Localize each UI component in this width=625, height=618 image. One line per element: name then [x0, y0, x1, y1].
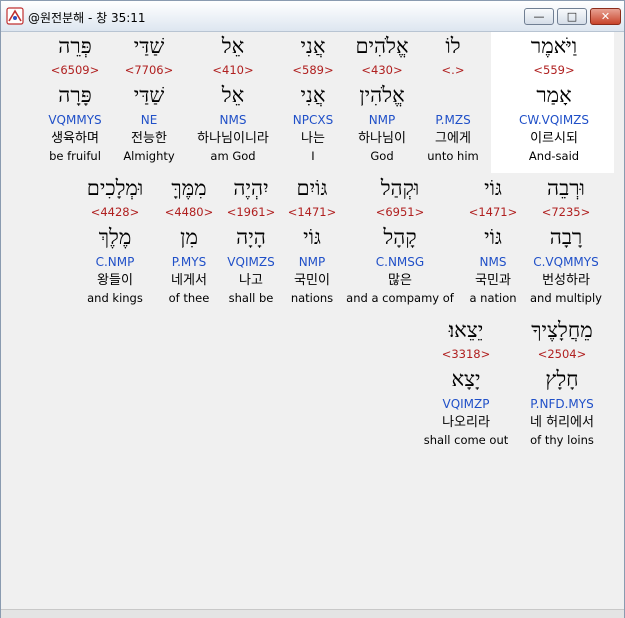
english-gloss: a nation — [469, 291, 517, 305]
hebrew-word: יֵצֵאוּ׃ — [448, 318, 484, 342]
hebrew-word: פְּרֵה — [58, 34, 92, 58]
english-gloss: of thee — [168, 291, 210, 305]
hebrew-word: שַׁדַּי — [133, 34, 165, 58]
hebrew-root: אֵל — [221, 83, 245, 107]
english-gloss: am God — [210, 149, 256, 163]
english-gloss: and a compamy of — [346, 291, 454, 305]
strong-number[interactable]: <410> — [190, 63, 276, 77]
mini-app-icon — [6, 7, 24, 25]
maximize-icon: □ — [566, 10, 578, 23]
strong-number[interactable]: <559> — [511, 63, 597, 77]
hebrew-root: אָמַר — [536, 83, 572, 107]
parsing-code: P.MYS — [171, 255, 207, 269]
parsing-code: NPCXS — [292, 113, 334, 127]
korean-gloss: 생육하며 — [51, 131, 99, 146]
parsing-code: C.NMP — [95, 255, 135, 269]
app-window: @원전분해 - 창 35:11 — □ ✕ וַיֹּאמֶר <559> אָ… — [0, 0, 625, 618]
hebrew-word: מִמֶּךָּ — [171, 176, 207, 200]
korean-gloss: 나오리라 — [442, 415, 490, 430]
korean-gloss: 왕들이 — [97, 273, 133, 288]
parsing-code: NMS — [479, 255, 507, 269]
strong-number[interactable]: <6509> — [32, 63, 118, 77]
strong-number[interactable]: <4428> — [72, 205, 158, 219]
strong-number[interactable]: <1471> — [450, 205, 536, 219]
hebrew-root: אֲנִי — [300, 83, 326, 107]
english-gloss: And-said — [528, 149, 580, 163]
english-gloss: shall come out — [423, 433, 509, 447]
verse-words: וַיֹּאמֶר <559> אָמַר CW.VQIMZS 이르시되 And… — [5, 32, 617, 608]
hebrew-root: יָצָא — [451, 367, 481, 391]
korean-gloss: 하나님이니라 — [197, 131, 269, 146]
english-gloss: be fruiful — [49, 149, 101, 163]
hebrew-word: מֵחֲלָצֶיךָ — [531, 318, 593, 342]
hebrew-root: גּוֹי — [484, 225, 502, 249]
maximize-button[interactable]: □ — [557, 8, 587, 25]
strong-number[interactable]: <3318> — [420, 347, 512, 361]
strong-number[interactable]: <2504> — [519, 347, 605, 361]
title-bar[interactable]: @원전분해 - 창 35:11 — □ ✕ — [1, 1, 624, 32]
hebrew-word: וּקְהַל — [380, 176, 420, 200]
minimize-button[interactable]: — — [524, 8, 554, 25]
hebrew-root: מֶלֶךְ — [98, 225, 132, 249]
hebrew-word: אֵל — [221, 34, 245, 58]
close-icon: ✕ — [600, 10, 611, 23]
korean-gloss: 전능한 — [131, 131, 167, 146]
parsing-code: NMS — [219, 113, 247, 127]
strong-number[interactable]: <4480> — [146, 205, 232, 219]
minimize-icon: — — [533, 10, 545, 23]
vertical-scrollbar[interactable] — [614, 32, 620, 608]
korean-gloss: 이르시되 — [530, 131, 578, 146]
korean-gloss: 국민과 — [475, 273, 511, 288]
strong-number[interactable]: <6951> — [346, 205, 454, 219]
hebrew-root: מִן — [180, 225, 198, 249]
parsing-code: VQIMZP — [442, 397, 490, 411]
status-bar — [1, 609, 624, 618]
korean-gloss: 네 허리에서 — [530, 415, 594, 430]
window-title: @원전분해 - 창 35:11 — [28, 11, 146, 25]
korean-gloss: 많은 — [388, 273, 412, 288]
verse-analysis-pane: וַיֹּאמֶר <559> אָמַר CW.VQIMZS 이르시되 And… — [5, 32, 620, 608]
english-gloss: of thy loins — [530, 433, 594, 447]
strong-number[interactable]: <589> — [270, 63, 356, 77]
close-button[interactable]: ✕ — [590, 8, 621, 25]
parsing-code: NE — [140, 113, 158, 127]
parsing-code: CW.VQIMZS — [518, 113, 590, 127]
hebrew-root: שַׁדַּי — [133, 83, 165, 107]
parsing-code: P.NFD.MYS — [530, 397, 594, 411]
hebrew-word: גּוֹי — [484, 176, 502, 200]
hebrew-root: חָלָץ — [545, 367, 579, 391]
parsing-code: C.NMSG — [375, 255, 425, 269]
english-gloss: and kings — [87, 291, 143, 305]
strong-number[interactable]: <7706> — [106, 63, 192, 77]
hebrew-root: קָהָל — [383, 225, 417, 249]
hebrew-root: פָּרָה — [58, 83, 92, 107]
english-gloss: I — [311, 149, 315, 163]
hebrew-word: אֲנִי — [300, 34, 326, 58]
hebrew-word: וּמְלָכִים — [86, 176, 144, 200]
parsing-code: VQMMYS — [48, 113, 102, 127]
korean-gloss: 네게서 — [171, 273, 207, 288]
korean-gloss: 나는 — [301, 131, 325, 146]
english-gloss: Almighty — [123, 149, 175, 163]
hebrew-word: וַיֹּאמֶר — [530, 34, 578, 58]
